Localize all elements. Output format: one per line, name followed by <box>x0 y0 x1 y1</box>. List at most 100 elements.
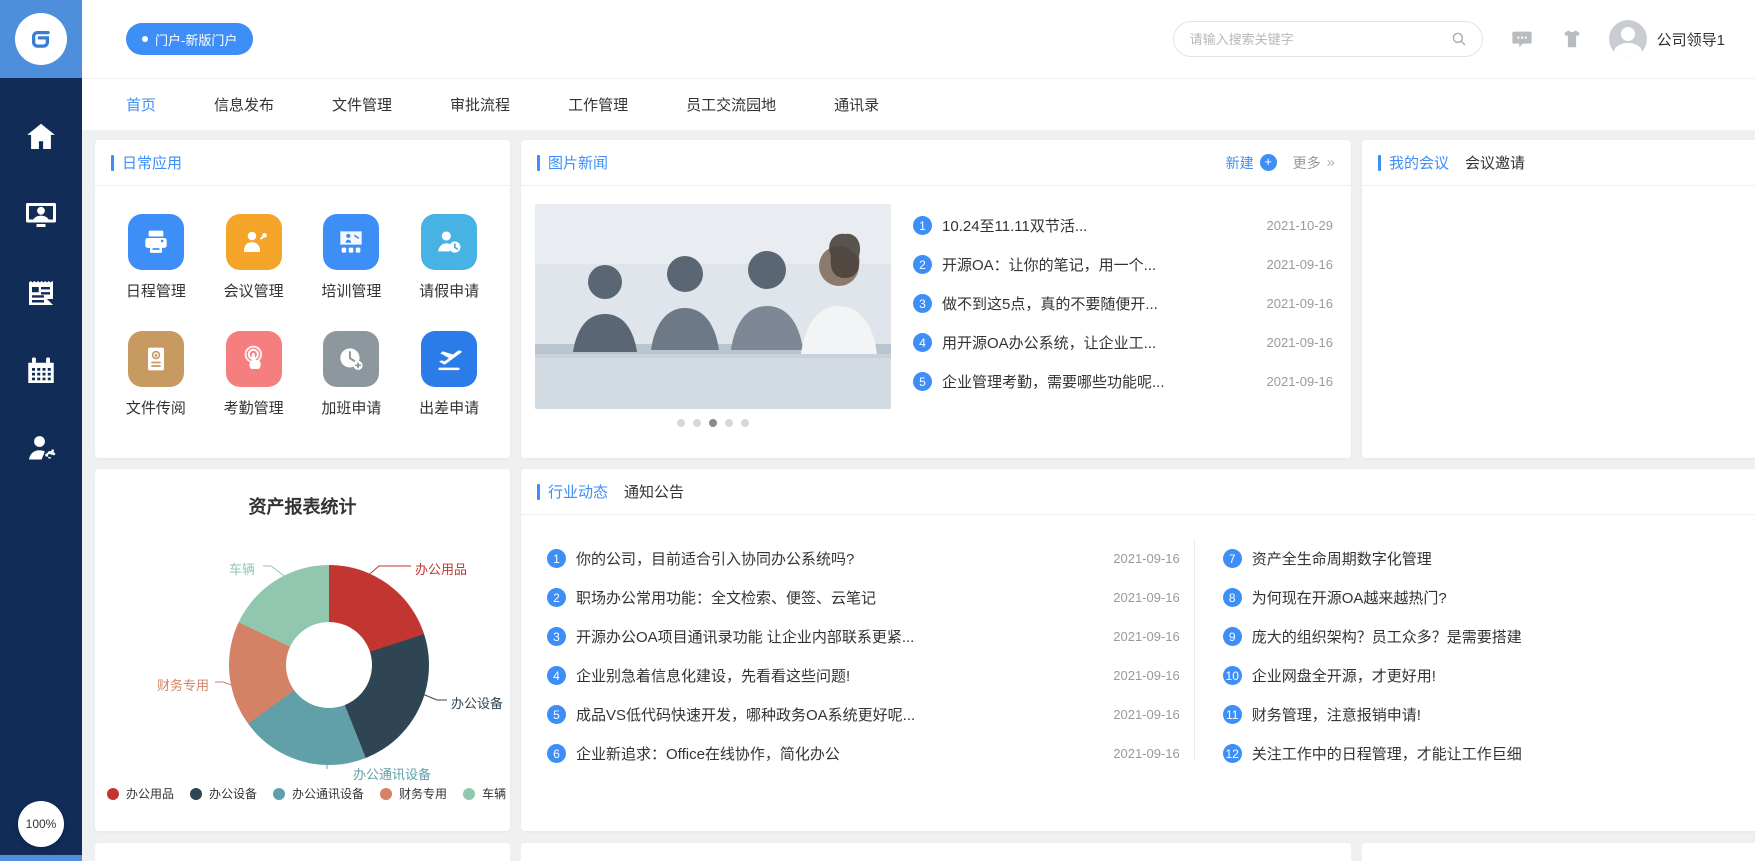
video-meeting-icon[interactable] <box>0 176 82 254</box>
nav-tab-home[interactable]: 首页 <box>126 94 156 115</box>
industry-item[interactable]: 12 关注工作中的日程管理，才能让工作巨细 <box>1222 734 1755 773</box>
carousel-dot[interactable] <box>741 419 749 427</box>
search-box[interactable] <box>1172 21 1483 57</box>
nav-tab-contacts[interactable]: 通讯录 <box>834 94 879 115</box>
nav-tab-files[interactable]: 文件管理 <box>332 94 392 115</box>
news-item[interactable]: 1 10.24至11.11双节活... 2021-10-29 <box>913 206 1333 245</box>
industry-item[interactable]: 9 庞大的组织架构？员工众多？是需要搭建 <box>1222 617 1755 656</box>
news-item[interactable]: 2 开源OA：让你的笔记，用一个... 2021-09-16 <box>913 245 1333 284</box>
legend-item[interactable]: 车辆 <box>463 785 506 802</box>
app-leave[interactable]: 请假申请 <box>400 214 498 301</box>
tab-meeting-invites[interactable]: 会议邀请 <box>1465 152 1525 173</box>
search-input[interactable] <box>1189 31 1450 47</box>
news-item[interactable]: 3 做不到这5点，真的不要随便开... 2021-09-16 <box>913 284 1333 323</box>
news-item[interactable]: 4 用开源OA办公系统，让企业工... 2021-09-16 <box>913 323 1333 362</box>
portal-tab-dot <box>142 36 148 42</box>
calendar-icon[interactable] <box>0 332 82 410</box>
app-logo[interactable] <box>0 0 82 78</box>
industry-item-title: 你的公司，目前适合引入协同办公系统吗? <box>576 551 855 568</box>
news-icon[interactable] <box>0 254 82 332</box>
donut-slices[interactable] <box>229 565 429 765</box>
app-schedule[interactable]: 日程管理 <box>107 214 205 301</box>
more-link[interactable]: 更多 <box>1293 153 1321 173</box>
nav-tab-community[interactable]: 员工交流园地 <box>686 94 776 115</box>
news-item-title: 用开源OA办公系统，让企业工... <box>942 335 1157 352</box>
donut-chart: 办公用品 办公设备 办公通讯设备 财务专用 车辆 <box>95 519 510 782</box>
legend-dot <box>463 787 476 800</box>
portal-tab[interactable]: 门户-新版门户 <box>126 23 254 55</box>
industry-item[interactable]: 2 职场办公常用功能：全文检索、便签、云笔记 2021-09-16 <box>547 578 1180 617</box>
app-label: 日程管理 <box>125 283 186 300</box>
item-number-badge: 9 <box>1222 627 1242 646</box>
carousel-dot[interactable] <box>693 419 701 427</box>
main-nav: 首页 信息发布 文件管理 审批流程 工作管理 员工交流园地 通讯录 <box>82 78 1755 130</box>
item-number-badge: 4 <box>547 666 566 685</box>
home-icon[interactable] <box>0 98 82 176</box>
theme-skin-icon[interactable] <box>1561 28 1583 50</box>
user-name[interactable]: 公司领导1 <box>1657 29 1725 50</box>
industry-item[interactable]: 7 资产全生命周期数字化管理 <box>1222 539 1755 578</box>
legend-item[interactable]: 办公用品 <box>107 785 174 802</box>
carousel-dot[interactable] <box>725 419 733 427</box>
pie-label-office-equipment: 办公设备 <box>451 696 504 711</box>
pie-label-comm-equipment: 办公通讯设备 <box>353 767 432 782</box>
industry-item[interactable]: 8 为何现在开源OA越来越热门? <box>1222 578 1755 617</box>
legend-item[interactable]: 办公通讯设备 <box>273 785 364 802</box>
app-attendance[interactable]: 考勤管理 <box>205 331 303 418</box>
news-item-title: 企业管理考勤，需要哪些功能呢... <box>942 374 1165 391</box>
industry-item-title: 企业网盘全开源，才更好用! <box>1251 668 1436 685</box>
item-number-badge: 3 <box>547 627 566 646</box>
industry-item[interactable]: 3 开源办公OA项目通讯录功能 让企业内部联系更紧... 2021-09-16 <box>547 617 1180 656</box>
app-document-circulation[interactable]: 文件传阅 <box>107 331 205 418</box>
news-item-date: 2021-09-16 <box>1266 335 1334 350</box>
legend-label: 办公设备 <box>209 787 258 801</box>
daily-apps-card: 日常应用 日程管理 会议管理 培训管理 请假申请 文件传阅 考勤管理 加班申请 … <box>95 140 510 458</box>
app-overtime[interactable]: 加班申请 <box>303 331 401 418</box>
carousel-dot[interactable] <box>677 419 685 427</box>
nav-tab-approval[interactable]: 审批流程 <box>450 94 510 115</box>
donut-hole <box>286 622 372 708</box>
new-link[interactable]: 新建 <box>1226 153 1254 173</box>
logo-icon <box>15 13 67 65</box>
industry-item[interactable]: 11 财务管理，注意报销申请! <box>1222 695 1755 734</box>
nav-tab-info[interactable]: 信息发布 <box>214 94 274 115</box>
zoom-level-badge[interactable]: 100% <box>18 801 64 847</box>
app-business-trip[interactable]: 出差申请 <box>400 331 498 418</box>
industry-item-date: 2021-09-16 <box>1113 746 1180 761</box>
tab-notices[interactable]: 通知公告 <box>624 481 684 502</box>
legend-item[interactable]: 办公设备 <box>190 785 257 802</box>
app-label: 加班申请 <box>321 400 382 417</box>
industry-item-date: 2021-09-16 <box>1113 629 1180 644</box>
plus-icon[interactable]: + <box>1259 154 1277 171</box>
industry-item[interactable]: 10 企业网盘全开源，才更好用! <box>1222 656 1755 695</box>
search-icon[interactable] <box>1450 30 1468 48</box>
carousel-dot[interactable] <box>709 419 717 427</box>
nav-tab-work[interactable]: 工作管理 <box>568 94 628 115</box>
legend-item[interactable]: 财务专用 <box>380 785 447 802</box>
news-item-date: 2021-10-29 <box>1266 218 1334 233</box>
messages-icon[interactable] <box>1511 28 1533 50</box>
app-training[interactable]: 培训管理 <box>303 214 401 301</box>
chevrons-right-icon[interactable]: » <box>1327 154 1335 171</box>
industry-item-title: 职场办公常用功能：全文检索、便签、云笔记 <box>576 590 877 607</box>
user-settings-icon[interactable] <box>0 410 82 488</box>
app-meeting[interactable]: 会议管理 <box>205 214 303 301</box>
trip-icon <box>421 331 478 387</box>
item-number-badge: 2 <box>547 588 566 607</box>
user-avatar[interactable] <box>1608 20 1647 58</box>
news-item-date: 2021-09-16 <box>1266 296 1334 311</box>
industry-item-title: 资产全生命周期数字化管理 <box>1251 551 1432 568</box>
industry-item[interactable]: 6 企业新追求：Office在线协作，简化办公 2021-09-16 <box>547 734 1180 773</box>
industry-item[interactable]: 4 企业别急着信息化建设，先看看这些问题! 2021-09-16 <box>547 656 1180 695</box>
sidebar: 100% <box>0 0 82 861</box>
meeting-icon <box>225 214 282 270</box>
news-photo[interactable] <box>535 204 891 409</box>
industry-item[interactable]: 1 你的公司，目前适合引入协同办公系统吗? 2021-09-16 <box>547 539 1180 578</box>
app-label: 考勤管理 <box>223 400 284 417</box>
item-number-badge: 12 <box>1222 744 1242 763</box>
industry-item-date: 2021-09-16 <box>1113 668 1180 683</box>
tab-my-meetings[interactable]: 我的会议 <box>1389 152 1449 173</box>
industry-item[interactable]: 5 成品VS低代码快速开发，哪种政务OA系统更好呢... 2021-09-16 <box>547 695 1180 734</box>
tab-industry-news[interactable]: 行业动态 <box>548 481 608 502</box>
news-item[interactable]: 5 企业管理考勤，需要哪些功能呢... 2021-09-16 <box>913 362 1333 401</box>
